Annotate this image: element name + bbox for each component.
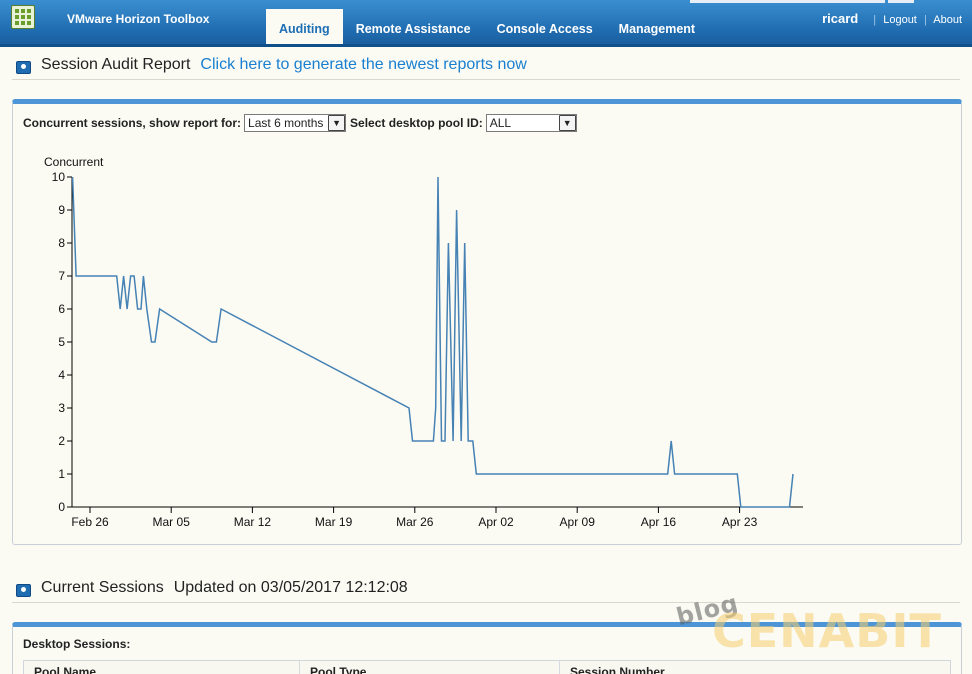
report-period-select[interactable]: Last 6 months ▼	[244, 114, 347, 132]
info-icon	[16, 584, 31, 597]
column-session-number[interactable]: Session Number	[560, 661, 950, 674]
tab-remote-assistance[interactable]: Remote Assistance	[343, 9, 484, 44]
topbar-strip	[690, 0, 885, 3]
desktop-sessions-table-header: Pool Name Pool Type Session Number	[23, 660, 951, 674]
info-icon	[16, 61, 31, 74]
topbar-strip	[888, 0, 914, 3]
app-title: VMware Horizon Toolbox	[67, 12, 210, 26]
logout-link[interactable]: Logout	[883, 14, 917, 26]
chevron-down-icon: ▼	[558, 115, 576, 131]
x-tick-label: Apr 16	[641, 515, 677, 529]
y-axis-label: Concurrent	[44, 155, 104, 169]
y-tick-label: 1	[58, 467, 65, 481]
about-link[interactable]: About	[933, 14, 962, 26]
y-tick-label: 7	[58, 269, 65, 283]
report-period-value: Last 6 months	[248, 116, 324, 130]
audit-chart-panel: Concurrent sessions, show report for: La…	[12, 99, 962, 545]
report-controls: Concurrent sessions, show report for: La…	[23, 114, 581, 132]
app-logo-icon	[11, 5, 35, 29]
current-sessions-header: Current Sessions Updated on 03/05/2017 12…	[12, 578, 960, 603]
column-pool-type[interactable]: Pool Type	[300, 661, 560, 674]
report-period-label: Concurrent sessions, show report for:	[23, 116, 242, 130]
separator: |	[923, 14, 927, 26]
user-name: ricard	[822, 11, 859, 26]
tab-console-access[interactable]: Console Access	[484, 9, 606, 44]
y-tick-label: 10	[52, 170, 66, 184]
series-line	[71, 176, 794, 508]
y-tick-label: 3	[58, 401, 65, 415]
x-tick-label: Apr 23	[722, 515, 758, 529]
y-tick-label: 5	[58, 335, 65, 349]
pool-id-value: ALL	[489, 116, 512, 130]
generate-reports-link[interactable]: Click here to generate the newest report…	[200, 56, 526, 73]
audit-section-header: Session Audit Report Click here to genera…	[12, 55, 960, 80]
x-tick-label: Mar 05	[153, 515, 191, 529]
chevron-down-icon: ▼	[328, 115, 346, 131]
nav-tabs: Auditing Remote Assistance Console Acces…	[266, 9, 708, 44]
y-tick-label: 0	[58, 500, 65, 514]
tab-auditing[interactable]: Auditing	[266, 9, 343, 44]
y-tick-label: 2	[58, 434, 65, 448]
audit-title-text: Session Audit Report	[41, 56, 191, 73]
updated-timestamp: Updated on 03/05/2017 12:12:08	[173, 579, 408, 596]
x-tick-label: Apr 02	[478, 515, 514, 529]
pool-id-label: Select desktop pool ID:	[350, 116, 483, 130]
y-tick-label: 8	[58, 236, 65, 250]
column-pool-name[interactable]: Pool Name	[24, 661, 300, 674]
separator: |	[873, 14, 877, 26]
pool-id-select[interactable]: ALL ▼	[485, 114, 577, 132]
y-tick-label: 4	[58, 368, 65, 382]
x-tick-label: Mar 26	[396, 515, 434, 529]
user-area: ricard | Logout | About	[822, 11, 962, 26]
x-tick-label: Mar 12	[234, 515, 272, 529]
y-tick-label: 9	[58, 203, 65, 217]
x-tick-label: Feb 26	[71, 515, 109, 529]
current-sessions-title-text: Current Sessions	[41, 579, 164, 596]
tab-management[interactable]: Management	[606, 9, 708, 44]
audit-title: Session Audit Report Click here to genera…	[41, 56, 527, 74]
x-tick-label: Mar 19	[315, 515, 353, 529]
desktop-sessions-panel: Desktop Sessions: Pool Name Pool Type Se…	[12, 622, 962, 674]
x-tick-label: Apr 09	[560, 515, 596, 529]
concurrent-sessions-chart: Concurrent 0 1 2 3 4 5 6 7 8 9 10 Feb 26 Mar 05 Mar 12…	[44, 155, 803, 529]
top-navigation-bar: VMware Horizon Toolbox Auditing Remote A…	[0, 0, 972, 47]
desktop-sessions-label: Desktop Sessions:	[23, 637, 131, 651]
current-sessions-title: Current Sessions Updated on 03/05/2017 12…	[41, 579, 408, 597]
y-tick-label: 6	[58, 302, 65, 316]
